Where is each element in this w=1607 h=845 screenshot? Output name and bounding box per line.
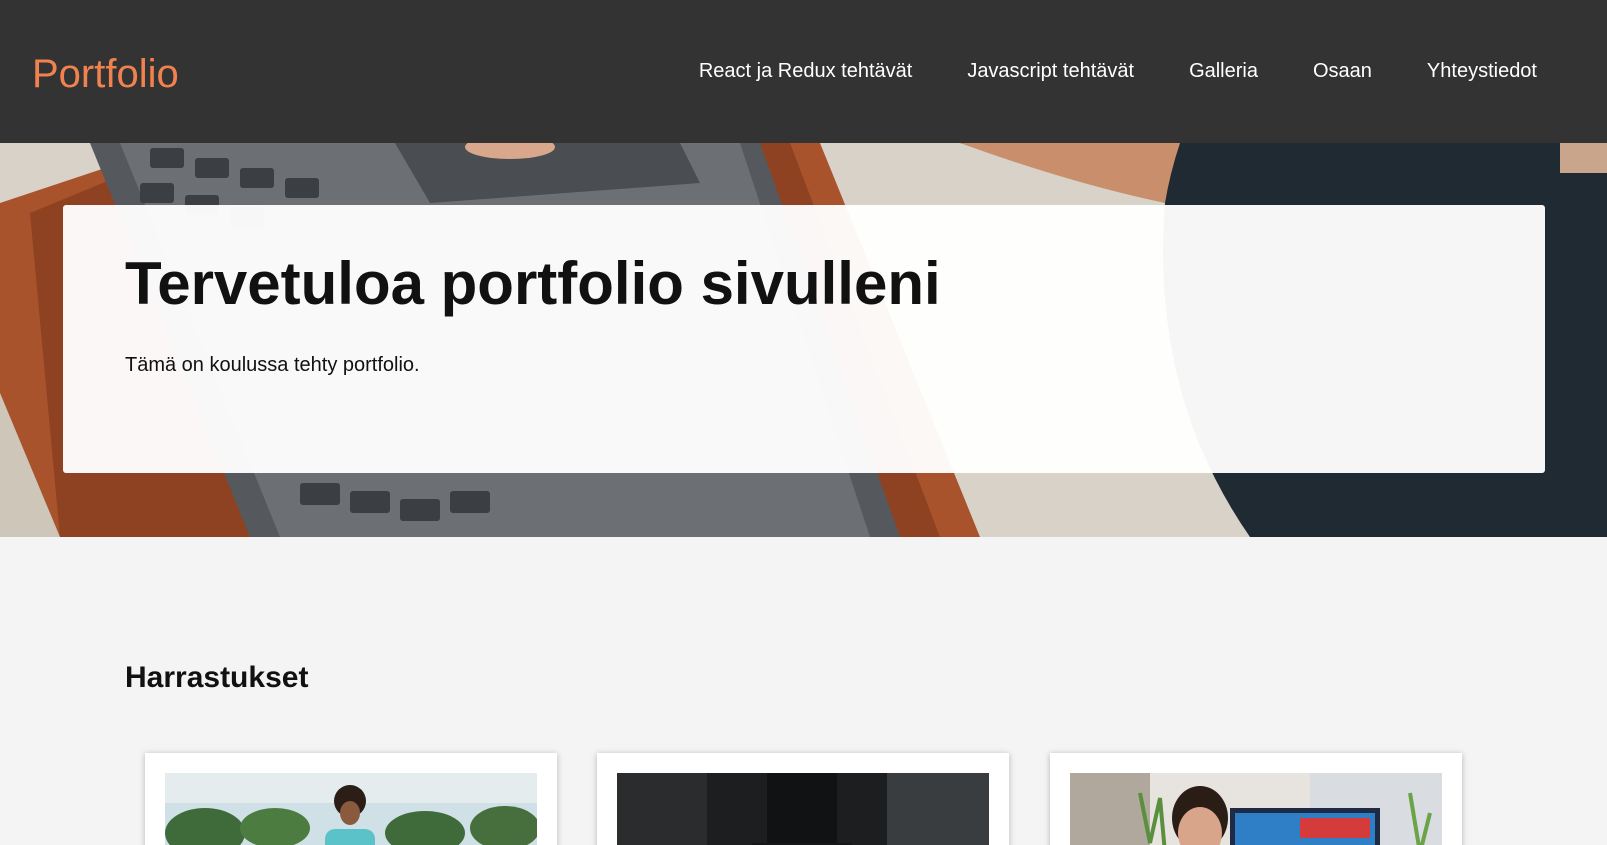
hobby-card-image-2 <box>617 773 989 845</box>
hero-text: Tämä on koulussa tehty portfolio. <box>125 354 420 376</box>
hero-card: Tervetuloa portfolio sivulleni Tämä on k… <box>63 205 1545 473</box>
hero-title: Tervetuloa portfolio sivulleni <box>125 250 941 317</box>
hobby-card-1[interactable] <box>145 753 557 845</box>
nav-link-osaan[interactable]: Osaan <box>1313 57 1372 85</box>
hobby-card-image-3 <box>1070 773 1442 845</box>
main-nav: React ja Redux tehtävät Javascript tehtä… <box>699 57 1537 85</box>
nav-link-yhteystiedot[interactable]: Yhteystiedot <box>1427 57 1537 85</box>
nav-link-galleria[interactable]: Galleria <box>1189 57 1258 85</box>
navbar: Portfolio React ja Redux tehtävät Javasc… <box>0 0 1607 143</box>
nav-link-react-redux[interactable]: React ja Redux tehtävät <box>699 57 912 85</box>
nav-link-javascript[interactable]: Javascript tehtävät <box>967 57 1134 85</box>
hobby-card-image-1 <box>165 773 537 845</box>
hobby-card-3[interactable] <box>1050 753 1462 845</box>
hobbies-title: Harrastukset <box>125 661 309 694</box>
hero-section: Tervetuloa portfolio sivulleni Tämä on k… <box>0 143 1607 537</box>
hobbies-section: Harrastukset <box>0 537 1607 845</box>
brand-logo-link[interactable]: Portfolio <box>32 50 179 98</box>
hobby-card-2[interactable] <box>597 753 1009 845</box>
